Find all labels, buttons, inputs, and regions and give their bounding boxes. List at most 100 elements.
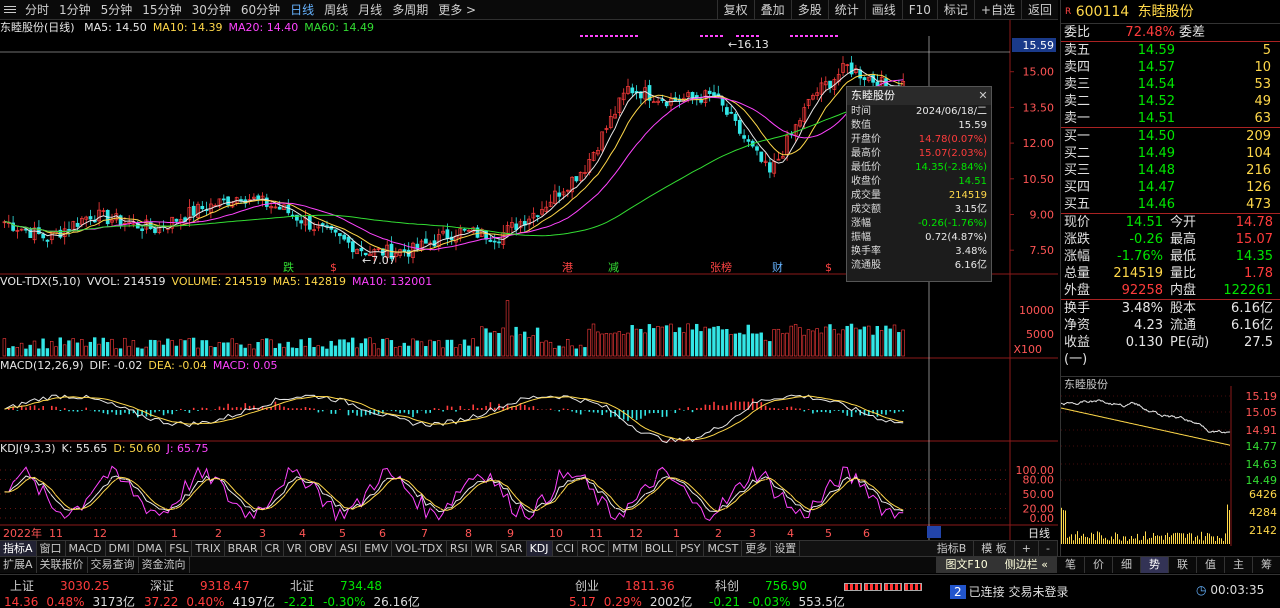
- indicator-control[interactable]: -: [1039, 540, 1058, 557]
- indicator-tab[interactable]: MTM: [609, 540, 642, 557]
- period-tab[interactable]: 15分钟: [137, 1, 186, 18]
- indicator-a-button[interactable]: 指标A: [0, 540, 37, 557]
- toolbar-button[interactable]: 多股: [790, 0, 828, 20]
- event-mark[interactable]: $: [825, 261, 832, 274]
- period-tab[interactable]: 多周期: [387, 1, 433, 18]
- period-tab[interactable]: 30分钟: [187, 1, 236, 18]
- period-tab[interactable]: 周线: [319, 1, 353, 18]
- period-tab[interactable]: 月线: [353, 1, 387, 18]
- side-tab[interactable]: 价: [1084, 557, 1112, 573]
- macd-bar: [648, 410, 651, 414]
- macd-bar: [696, 408, 698, 410]
- indicator-tab[interactable]: ROC: [578, 540, 610, 557]
- side-tab[interactable]: 筹: [1252, 557, 1280, 573]
- menu-icon[interactable]: [2, 3, 18, 17]
- connection-status[interactable]: 2 已连接 交易未登录: [950, 583, 1068, 600]
- weicha-label: 委差: [1179, 25, 1206, 40]
- indicator-tab[interactable]: 窗口: [37, 540, 66, 557]
- indicator-tab[interactable]: EMV: [361, 540, 393, 557]
- toolbar-button[interactable]: +自选: [973, 0, 1021, 20]
- mini-vol-bar: [1141, 539, 1142, 544]
- indicator-tab[interactable]: VOL-TDX: [392, 540, 447, 557]
- indicator-tab[interactable]: 更多: [742, 540, 772, 557]
- toolbar-button[interactable]: 复权: [716, 0, 754, 20]
- indicator-tab[interactable]: ASI: [336, 540, 362, 557]
- side-tab[interactable]: 笔: [1056, 557, 1084, 573]
- indicator-tab[interactable]: BRAR: [225, 540, 262, 557]
- toolbar-button[interactable]: 标记: [936, 0, 974, 20]
- side-tab[interactable]: 联: [1168, 557, 1196, 573]
- indicator-tab[interactable]: FSL: [166, 540, 193, 557]
- volume-bar: [677, 327, 682, 357]
- side-tab[interactable]: 势: [1140, 557, 1168, 573]
- macd-bar: [717, 405, 720, 410]
- event-mark[interactable]: 减: [608, 261, 619, 274]
- indicator-tab[interactable]: PSY: [677, 540, 705, 557]
- indicator-tab[interactable]: CR: [262, 540, 284, 557]
- index-quote[interactable]: 创业 1811.36: [575, 577, 675, 594]
- indicator-control[interactable]: +: [1015, 540, 1040, 557]
- event-dot: [820, 35, 823, 37]
- volume-bar: [295, 348, 299, 357]
- indicator-tab[interactable]: SAR: [497, 540, 527, 557]
- toolbar-button[interactable]: F10: [901, 0, 937, 20]
- volume-bar: [651, 328, 656, 357]
- period-tab[interactable]: 1分钟: [54, 1, 96, 18]
- indicator-tab[interactable]: TRIX: [192, 540, 225, 557]
- side-tab[interactable]: 细: [1112, 557, 1140, 573]
- indicator-control[interactable]: 指标B: [930, 540, 975, 557]
- extension-tab[interactable]: 关联报价: [37, 557, 88, 573]
- index-quote[interactable]: 科创 756.90: [715, 577, 807, 594]
- side-tab[interactable]: 主: [1224, 557, 1252, 573]
- indicator-tab[interactable]: CCI: [553, 540, 579, 557]
- indicator-tab[interactable]: DMI: [106, 540, 134, 557]
- kline-chart-area[interactable]: 15.00 13.50 12.00 10.50 9.00 7.50 15.59 ←16.13 ←…: [0, 20, 1058, 540]
- mini-vol-bar: [1205, 536, 1206, 544]
- indicator-tab[interactable]: 设置: [771, 540, 801, 557]
- indicator-tab[interactable]: MCST: [704, 540, 743, 557]
- event-mark[interactable]: 张榜: [710, 260, 732, 274]
- toolbar-button[interactable]: 画线: [864, 0, 902, 20]
- indicator-tab[interactable]: KDJ: [526, 540, 553, 557]
- vol-axis-label: 10000: [1019, 304, 1054, 317]
- indicator-tab[interactable]: VR: [284, 540, 307, 557]
- candle-body: [737, 120, 742, 134]
- indicator-tab[interactable]: DMA: [134, 540, 167, 557]
- index-quote[interactable]: 北证 734.48: [290, 577, 382, 594]
- indicator-tab[interactable]: BOLL: [642, 540, 678, 557]
- x-axis-label: 6: [379, 527, 386, 540]
- side-tab[interactable]: 值: [1196, 557, 1224, 573]
- event-mark[interactable]: 跌: [283, 260, 294, 274]
- indicator-tab[interactable]: OBV: [306, 540, 337, 557]
- index-quote[interactable]: 深证 9318.47: [150, 577, 250, 594]
- side-tab[interactable]: 图文F10: [936, 557, 996, 573]
- intraday-mini-chart[interactable]: 15.19 15.05 14.91 14.77 14.63 14.496426 4284 21…: [1061, 386, 1280, 546]
- period-tab[interactable]: 日线: [285, 1, 319, 18]
- toolbar-button[interactable]: 统计: [827, 0, 865, 20]
- candle-body: [862, 77, 867, 81]
- period-tab[interactable]: 60分钟: [236, 1, 285, 18]
- event-mark[interactable]: 港: [562, 261, 573, 274]
- period-tab[interactable]: 5分钟: [96, 1, 138, 18]
- indicator-tab[interactable]: MACD: [66, 540, 106, 557]
- macd-bar: [429, 410, 431, 413]
- vol-unit: X100: [1013, 343, 1042, 356]
- toolbar-button[interactable]: 叠加: [753, 0, 791, 20]
- extension-tab[interactable]: 资金流向: [139, 557, 190, 573]
- tooltip-row: 振幅 0.72(4.87%): [847, 231, 991, 245]
- close-icon[interactable]: ✕: [975, 87, 991, 105]
- indicator-tab[interactable]: RSI: [447, 540, 472, 557]
- extension-tab[interactable]: 交易查询: [88, 557, 139, 573]
- macd-bar: [653, 410, 655, 413]
- index-quote[interactable]: 上证 3030.25: [10, 577, 110, 594]
- event-mark[interactable]: 财: [772, 260, 783, 274]
- period-tab[interactable]: 更多 >: [433, 1, 481, 18]
- event-mark[interactable]: $: [330, 261, 337, 274]
- indicator-control[interactable]: 模 板: [974, 540, 1015, 557]
- side-tab[interactable]: 侧边栏 «: [995, 557, 1056, 573]
- toolbar-button[interactable]: 返回: [1020, 0, 1058, 20]
- indicator-tab[interactable]: WR: [472, 540, 498, 557]
- volume-bar: [187, 338, 191, 357]
- extension-tab[interactable]: 扩展A: [0, 557, 37, 573]
- period-tab[interactable]: 分时: [20, 1, 54, 18]
